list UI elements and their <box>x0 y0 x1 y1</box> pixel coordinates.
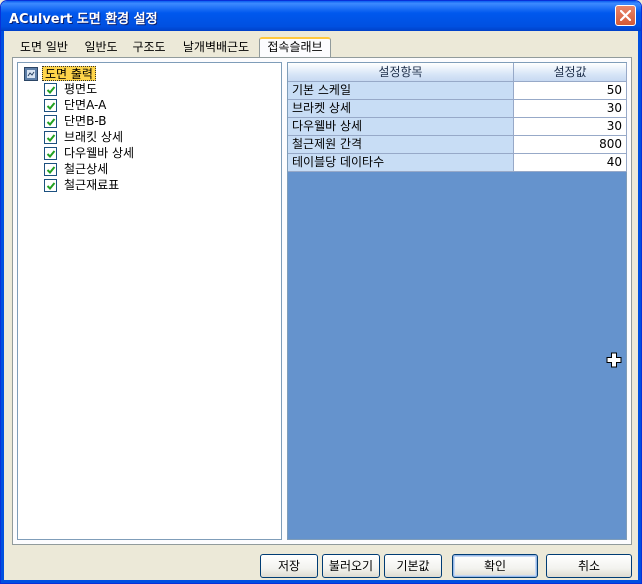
checkbox[interactable] <box>44 131 57 144</box>
table-row[interactable]: 철근제원 간격 800 <box>288 136 627 154</box>
tree-root-label: 도면 출력 <box>42 66 96 81</box>
setting-value-cell[interactable]: 30 <box>514 118 627 136</box>
setting-name-cell: 테이블당 데이타수 <box>288 154 514 172</box>
setting-name-cell: 브라켓 상세 <box>288 100 514 118</box>
drawing-output-tree[interactable]: 도면 출력 평면도 단면A-A 단면B-B 브래킷 상세 다우웰바 상세 철근상… <box>17 62 282 540</box>
checkbox[interactable] <box>44 179 57 192</box>
checkbox[interactable] <box>44 83 57 96</box>
checkbox[interactable] <box>44 115 57 128</box>
column-header-setting-item[interactable]: 설정항목 <box>288 63 514 82</box>
setting-name-cell: 기본 스케일 <box>288 82 514 100</box>
checkmark-icon <box>46 102 56 110</box>
setting-value-cell[interactable]: 40 <box>514 154 627 172</box>
window-frame-right <box>638 31 641 583</box>
tree-item-label: 브래킷 상세 <box>64 130 124 144</box>
cell-select-cursor-icon <box>606 352 622 368</box>
tab-approach-slab[interactable]: 접속슬래브 <box>259 37 331 58</box>
save-button[interactable]: 저장 <box>260 554 318 578</box>
settings-grid[interactable]: 설정항목 설정값 기본 스케일 50 브라켓 상세 30 다우웰바 상세 30 … <box>287 62 627 540</box>
grid-header: 설정항목 설정값 <box>288 63 627 82</box>
checkmark-icon <box>46 134 56 142</box>
window-frame-left <box>1 31 4 583</box>
setting-value-cell[interactable]: 30 <box>514 100 627 118</box>
checkbox[interactable] <box>44 163 57 176</box>
load-button[interactable]: 불러오기 <box>322 554 380 578</box>
folder-icon <box>24 67 38 81</box>
tab-wingwall-rebar[interactable]: 날개벽배근도 <box>175 39 257 57</box>
title-bar[interactable]: ACulvert 도면 환경 설정 <box>1 1 641 31</box>
dialog-window: ACulvert 도면 환경 설정 도면 일반 일반도 구조도 날개벽배근도 접… <box>0 0 642 584</box>
tree-item-label: 단면B-B <box>64 114 107 128</box>
tree-item-label: 철근재료표 <box>64 178 120 192</box>
default-values-button[interactable]: 기본값 <box>384 554 442 578</box>
tree-item-label: 단면A-A <box>64 98 107 112</box>
table-row[interactable]: 기본 스케일 50 <box>288 82 627 100</box>
tree-item-label: 철근상세 <box>64 162 109 176</box>
cancel-button[interactable]: 취소 <box>546 554 632 578</box>
ok-button[interactable]: 확인 <box>452 554 538 578</box>
tab-panel: 도면 출력 평면도 단면A-A 단면B-B 브래킷 상세 다우웰바 상세 철근상… <box>12 57 632 545</box>
tab-structure-drawing[interactable]: 구조도 <box>127 39 171 57</box>
window-title: ACulvert 도면 환경 설정 <box>9 12 158 27</box>
checkmark-icon <box>46 118 56 126</box>
checkmark-icon <box>46 150 56 158</box>
tree-item-label: 다우웰바 상세 <box>64 146 135 160</box>
tab-general-drawing[interactable]: 일반도 <box>79 39 123 57</box>
setting-value-cell[interactable]: 50 <box>514 82 627 100</box>
table-row[interactable]: 테이블당 데이타수 40 <box>288 154 627 172</box>
checkmark-icon <box>46 166 56 174</box>
setting-name-cell: 다우웰바 상세 <box>288 118 514 136</box>
setting-value-cell[interactable]: 800 <box>514 136 627 154</box>
checkmark-icon <box>46 86 56 94</box>
close-button[interactable] <box>615 5 636 26</box>
table-row[interactable]: 다우웰바 상세 30 <box>288 118 627 136</box>
table-row[interactable]: 브라켓 상세 30 <box>288 100 627 118</box>
window-frame-bottom <box>1 580 641 583</box>
column-header-setting-value[interactable]: 설정값 <box>514 63 627 82</box>
checkmark-icon <box>46 182 56 190</box>
setting-name-cell: 철근제원 간격 <box>288 136 514 154</box>
checkbox[interactable] <box>44 147 57 160</box>
tree-item-label: 평면도 <box>64 82 98 96</box>
checkbox[interactable] <box>44 99 57 112</box>
tab-drawing-general[interactable]: 도면 일반 <box>11 39 77 57</box>
close-icon <box>620 10 631 21</box>
